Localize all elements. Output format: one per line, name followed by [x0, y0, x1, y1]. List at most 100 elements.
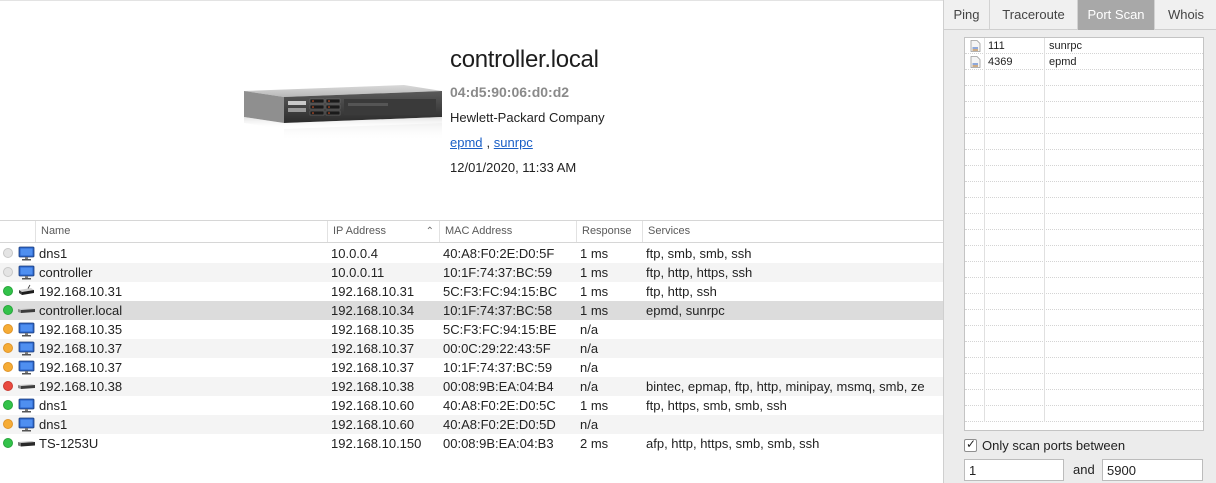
port-result-row[interactable]: 4369 epmd: [965, 54, 1203, 70]
empty-list-row: [965, 358, 1203, 374]
cell-response: 1 ms: [580, 265, 609, 280]
cell-response: n/a: [580, 322, 599, 337]
cell-services: [646, 339, 943, 358]
checkbox-box[interactable]: ✓: [964, 437, 977, 452]
table-row[interactable]: dns1 10.0.0.4 40:A8:F0:2E:D0:5F 1 ms ftp, sm…: [0, 244, 943, 263]
empty-list-row: [965, 214, 1203, 230]
port-scan-results-list[interactable]: 111 sunrpc 4369 epmd: [964, 37, 1204, 431]
status-gray-icon: [3, 248, 13, 258]
port-result-icon-cell: [965, 54, 985, 70]
empty-list-row: [965, 118, 1203, 134]
empty-cell: [1045, 246, 1203, 262]
cell-name: 192.168.10.31: [39, 284, 123, 299]
cell-ip-address: 192.168.10.150: [331, 436, 422, 451]
empty-list-row: [965, 342, 1203, 358]
empty-cell: [985, 102, 1045, 118]
cell-response: 1 ms: [580, 398, 609, 413]
tool-tabs: Ping Traceroute Port Scan Whois: [944, 0, 1216, 30]
server-icon: [18, 303, 35, 318]
empty-list-row: [965, 86, 1203, 102]
device-mac-address: 04:d5:90:06:d0:d2: [450, 84, 570, 100]
port-result-row[interactable]: 111 sunrpc: [965, 38, 1203, 54]
app-window: controller.local 04:d5:90:06:d0:d2 Hewle…: [0, 0, 1216, 483]
service-link-sunrpc[interactable]: sunrpc: [494, 135, 533, 150]
empty-cell: [1045, 86, 1203, 102]
column-header-services[interactable]: Services: [642, 221, 943, 242]
sort-ascending-icon: ⌃: [425, 226, 434, 237]
status-orange-icon: [3, 324, 13, 334]
empty-cell: [985, 294, 1045, 310]
cell-services: [646, 358, 943, 377]
empty-list-row: [965, 294, 1203, 310]
port-number: 4369: [985, 54, 1045, 70]
status-gray-icon: [3, 267, 13, 277]
empty-list-row: [965, 198, 1203, 214]
empty-list-row: [965, 374, 1203, 390]
status-green-icon: [3, 305, 13, 315]
table-row[interactable]: 192.168.10.37 192.168.10.37 10:1F:74:37:BC…: [0, 358, 943, 377]
cell-ip-address: 192.168.10.31: [331, 284, 415, 299]
empty-cell: [965, 182, 985, 198]
column-header-response[interactable]: Response: [576, 221, 642, 242]
cell-name: controller.local: [39, 303, 123, 318]
column-header-name[interactable]: Name: [35, 221, 327, 242]
table-row[interactable]: dns1 192.168.10.60 40:A8:F0:2E:D0:5C 1 ms ft…: [0, 396, 943, 415]
router-icon: [18, 284, 35, 299]
service-link-epmd[interactable]: epmd: [450, 135, 483, 150]
empty-list-row: [965, 70, 1203, 86]
empty-cell: [1045, 150, 1203, 166]
table-row[interactable]: 192.168.10.38 192.168.10.38 00:08:9B:EA:04…: [0, 377, 943, 396]
cell-services: ftp, smb, smb, ssh: [646, 246, 752, 261]
port-result-icon-cell: [965, 38, 985, 54]
empty-cell: [965, 70, 985, 86]
table-row[interactable]: 192.168.10.35 192.168.10.35 5C:F3:FC:94:15…: [0, 320, 943, 339]
table-row[interactable]: 192.168.10.37 192.168.10.37 00:0C:29:22:43…: [0, 339, 943, 358]
empty-cell: [965, 166, 985, 182]
main-pane: controller.local 04:d5:90:06:d0:d2 Hewle…: [0, 0, 943, 483]
tab-ping[interactable]: Ping: [944, 0, 990, 30]
empty-cell: [1045, 310, 1203, 326]
column-header-ip-address[interactable]: IP Address ⌃: [327, 221, 439, 242]
empty-list-row: [965, 102, 1203, 118]
empty-cell: [965, 294, 985, 310]
device-detail-panel: controller.local 04:d5:90:06:d0:d2 Hewle…: [0, 0, 943, 220]
status-orange-icon: [3, 343, 13, 353]
empty-cell: [985, 390, 1045, 406]
cell-services: [646, 320, 943, 339]
port-service: epmd: [1049, 56, 1077, 68]
empty-cell: [1045, 214, 1203, 230]
nas-icon: [18, 436, 35, 451]
empty-cell: [985, 150, 1045, 166]
empty-cell: [965, 246, 985, 262]
column-header-mac-address[interactable]: MAC Address: [439, 221, 576, 242]
device-services-links: epmd, sunrpc: [450, 135, 537, 150]
column-header-status[interactable]: [0, 221, 35, 242]
cell-services: afp, http, https, smb, smb, ssh: [646, 436, 820, 451]
cell-services: [646, 415, 943, 434]
tab-whois[interactable]: Whois: [1155, 0, 1216, 30]
cell-mac-address: 5C:F3:FC:94:15:BC: [443, 284, 558, 299]
empty-list-row: [965, 182, 1203, 198]
empty-cell: [985, 278, 1045, 294]
table-row[interactable]: 192.168.10.31 192.168.10.31 5C:F3:FC:94:15…: [0, 282, 943, 301]
table-row[interactable]: controller.local 192.168.10.34 10:1F:74:37…: [0, 301, 943, 320]
device-vendor: Hewlett-Packard Company: [450, 110, 605, 125]
cell-services: ftp, http, ssh: [646, 284, 717, 299]
table-row[interactable]: TS-1253U 192.168.10.150 00:08:9B:EA:04:B3 2…: [0, 434, 943, 453]
only-scan-ports-checkbox[interactable]: ✓ Only scan ports between: [964, 436, 1125, 454]
port-service: sunrpc: [1049, 40, 1083, 52]
tab-port-scan[interactable]: Port Scan: [1078, 0, 1155, 30]
empty-list-row: [965, 326, 1203, 342]
tab-traceroute[interactable]: Traceroute: [990, 0, 1078, 30]
table-row[interactable]: controller 10.0.0.11 10:1F:74:37:BC:59 1 ms…: [0, 263, 943, 282]
cell-response: 1 ms: [580, 246, 609, 261]
cell-mac-address: 00:08:9B:EA:04:B3: [443, 436, 554, 451]
port-range-to-input[interactable]: [1102, 459, 1203, 481]
cell-ip-address: 10.0.0.4: [331, 246, 378, 261]
port-range-from-input[interactable]: [964, 459, 1064, 481]
table-row[interactable]: dns1 192.168.10.60 40:A8:F0:2E:D0:5D n/a: [0, 415, 943, 434]
empty-cell: [965, 86, 985, 102]
empty-cell: [985, 214, 1045, 230]
status-orange-icon: [3, 419, 13, 429]
empty-cell: [1045, 118, 1203, 134]
